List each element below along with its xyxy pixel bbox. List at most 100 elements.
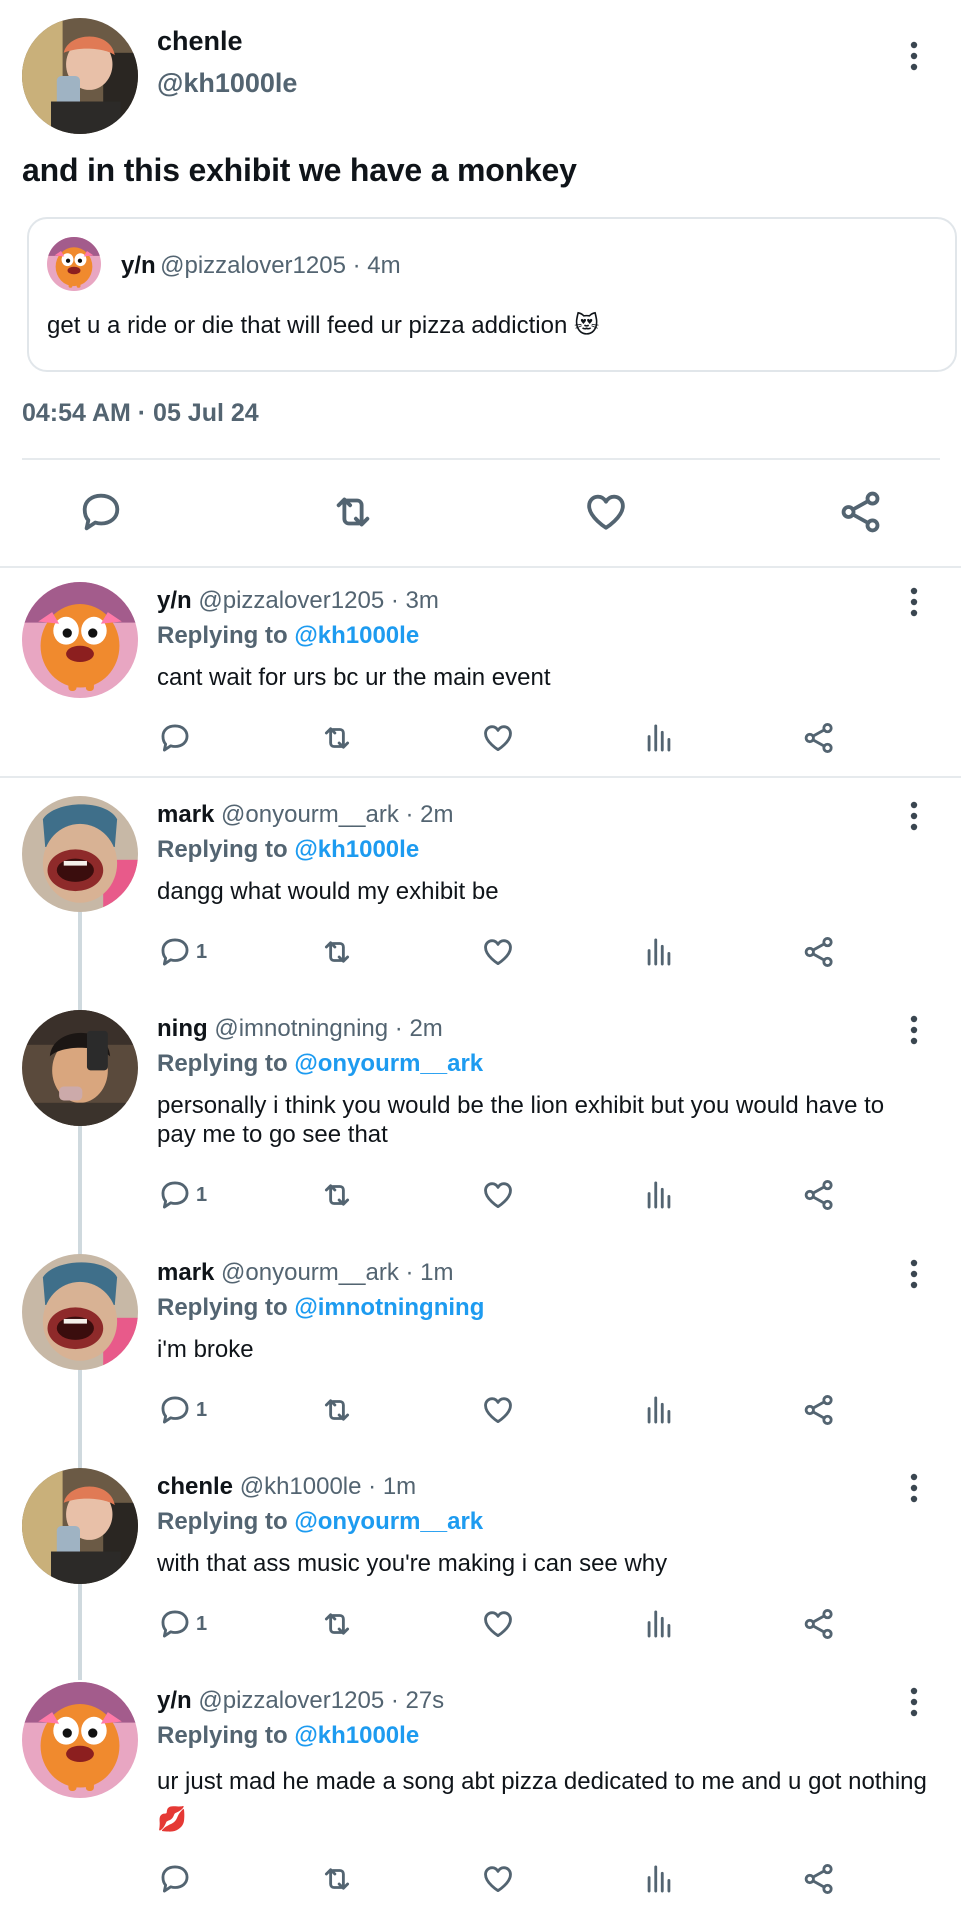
mention-link[interactable]: @imnotningning [294, 1294, 484, 1321]
reply-tweet[interactable]: mark @onyourm__ark · 1m Replying to @imn… [0, 1254, 961, 1444]
share-button[interactable] [802, 1607, 836, 1641]
reply-icon [158, 1178, 192, 1212]
mention-link[interactable]: @kh1000le [294, 836, 419, 863]
reply-tweet[interactable]: ning @imnotningning · 2m Replying to @on… [0, 1010, 961, 1230]
more-icon[interactable] [894, 1254, 934, 1294]
reply-name[interactable]: ning [157, 1015, 208, 1042]
reply-header: mark @onyourm__ark · 1m [157, 1259, 454, 1287]
replying-label: Replying to [157, 1722, 288, 1749]
views-button[interactable] [642, 721, 676, 755]
reply-icon [158, 721, 192, 755]
like-icon [481, 1178, 515, 1212]
reply-meta: @onyourm__ark · 2m [221, 801, 454, 828]
more-icon[interactable] [894, 36, 934, 76]
like-button[interactable] [481, 1393, 515, 1427]
views-button[interactable] [642, 1178, 676, 1212]
reply-avatar[interactable] [22, 1254, 138, 1370]
views-button[interactable] [642, 1393, 676, 1427]
mention-link[interactable]: @onyourm__ark [294, 1050, 483, 1077]
reply-button[interactable]: 1 [158, 1178, 207, 1212]
more-icon[interactable] [894, 1682, 934, 1722]
reply-button[interactable]: 1 [158, 1607, 207, 1641]
more-icon[interactable] [894, 796, 934, 836]
retweet-button[interactable] [320, 721, 354, 755]
share-button[interactable] [802, 1393, 836, 1427]
author-handle[interactable]: @kh1000le [157, 68, 297, 99]
views-icon [642, 935, 676, 969]
retweet-button[interactable] [330, 489, 376, 540]
author-avatar[interactable] [22, 18, 138, 134]
like-button[interactable] [583, 489, 629, 540]
reply-tweet[interactable]: chenle @kh1000le · 1m Replying to @onyou… [0, 1468, 961, 1658]
retweet-icon [330, 489, 376, 535]
share-button[interactable] [802, 1862, 836, 1896]
reply-button[interactable] [158, 721, 196, 755]
reply-avatar[interactable] [22, 1010, 138, 1126]
reply-name[interactable]: mark [157, 801, 214, 828]
mention-link[interactable]: @kh1000le [294, 1722, 419, 1749]
quoted-tweet[interactable]: y/n @pizzalover1205 · 4m get u a ride or… [27, 217, 957, 372]
replying-to: Replying to @kh1000le [157, 622, 419, 650]
reply-name[interactable]: mark [157, 1259, 214, 1286]
share-button[interactable] [802, 721, 836, 755]
avatar-image [22, 1010, 138, 1126]
like-button[interactable] [481, 1178, 515, 1212]
retweet-button[interactable] [320, 1393, 354, 1427]
like-button[interactable] [481, 1607, 515, 1641]
share-button[interactable] [838, 489, 884, 540]
share-button[interactable] [802, 935, 836, 969]
retweet-button[interactable] [320, 1607, 354, 1641]
share-icon [802, 1393, 836, 1427]
share-button[interactable] [802, 1178, 836, 1212]
views-icon [642, 721, 676, 755]
reply-avatar[interactable] [22, 796, 138, 912]
mention-link[interactable]: @onyourm__ark [294, 1508, 483, 1535]
like-button[interactable] [481, 1862, 515, 1896]
replying-to: Replying to @imnotningning [157, 1294, 484, 1322]
reply-button[interactable] [158, 1862, 196, 1896]
views-button[interactable] [642, 1607, 676, 1641]
more-icon[interactable] [894, 582, 934, 622]
mention-link[interactable]: @kh1000le [294, 622, 419, 649]
reply-header: mark @onyourm__ark · 2m [157, 801, 454, 829]
reply-icon [158, 1862, 192, 1896]
reply-tweet[interactable]: y/n @pizzalover1205 · 3m Replying to @kh… [0, 582, 961, 772]
like-icon [481, 1393, 515, 1427]
reply-text: i'm broke [157, 1336, 254, 1363]
avatar-image [22, 1254, 138, 1370]
reply-header: y/n @pizzalover1205 · 27s [157, 1687, 444, 1715]
retweet-button[interactable] [320, 1178, 354, 1212]
share-icon [838, 489, 884, 535]
tweet-timestamp[interactable]: 04:54 AM · 05 Jul 24 [22, 399, 259, 428]
retweet-button[interactable] [320, 1862, 354, 1896]
reply-avatar[interactable] [22, 582, 138, 698]
divider [0, 566, 961, 568]
replying-label: Replying to [157, 622, 288, 649]
reply-name[interactable]: chenle [157, 1473, 233, 1500]
quoted-name: y/n [121, 252, 156, 279]
like-button[interactable] [481, 935, 515, 969]
retweet-button[interactable] [320, 935, 354, 969]
reply-name[interactable]: y/n [157, 587, 192, 614]
like-icon [583, 489, 629, 535]
reply-avatar[interactable] [22, 1682, 138, 1798]
more-icon[interactable] [894, 1010, 934, 1050]
reply-button[interactable] [78, 489, 124, 540]
author-name[interactable]: chenle [157, 26, 243, 57]
reply-tweet[interactable]: y/n @pizzalover1205 · 27s Replying to @k… [0, 1682, 961, 1912]
reply-avatar[interactable] [22, 1468, 138, 1584]
reply-name[interactable]: y/n [157, 1687, 192, 1714]
views-button[interactable] [642, 935, 676, 969]
more-icon[interactable] [894, 1468, 934, 1508]
reply-header: chenle @kh1000le · 1m [157, 1473, 416, 1501]
reply-button[interactable]: 1 [158, 1393, 207, 1427]
retweet-icon [320, 721, 354, 755]
share-icon [802, 935, 836, 969]
reply-header: y/n @pizzalover1205 · 3m [157, 587, 439, 615]
reply-tweet[interactable]: mark @onyourm__ark · 2m Replying to @kh1… [0, 796, 961, 986]
reply-button[interactable]: 1 [158, 935, 207, 969]
like-button[interactable] [481, 721, 515, 755]
views-button[interactable] [642, 1862, 676, 1896]
reply-meta: @pizzalover1205 · 27s [198, 1687, 445, 1714]
reply-icon [78, 489, 124, 535]
